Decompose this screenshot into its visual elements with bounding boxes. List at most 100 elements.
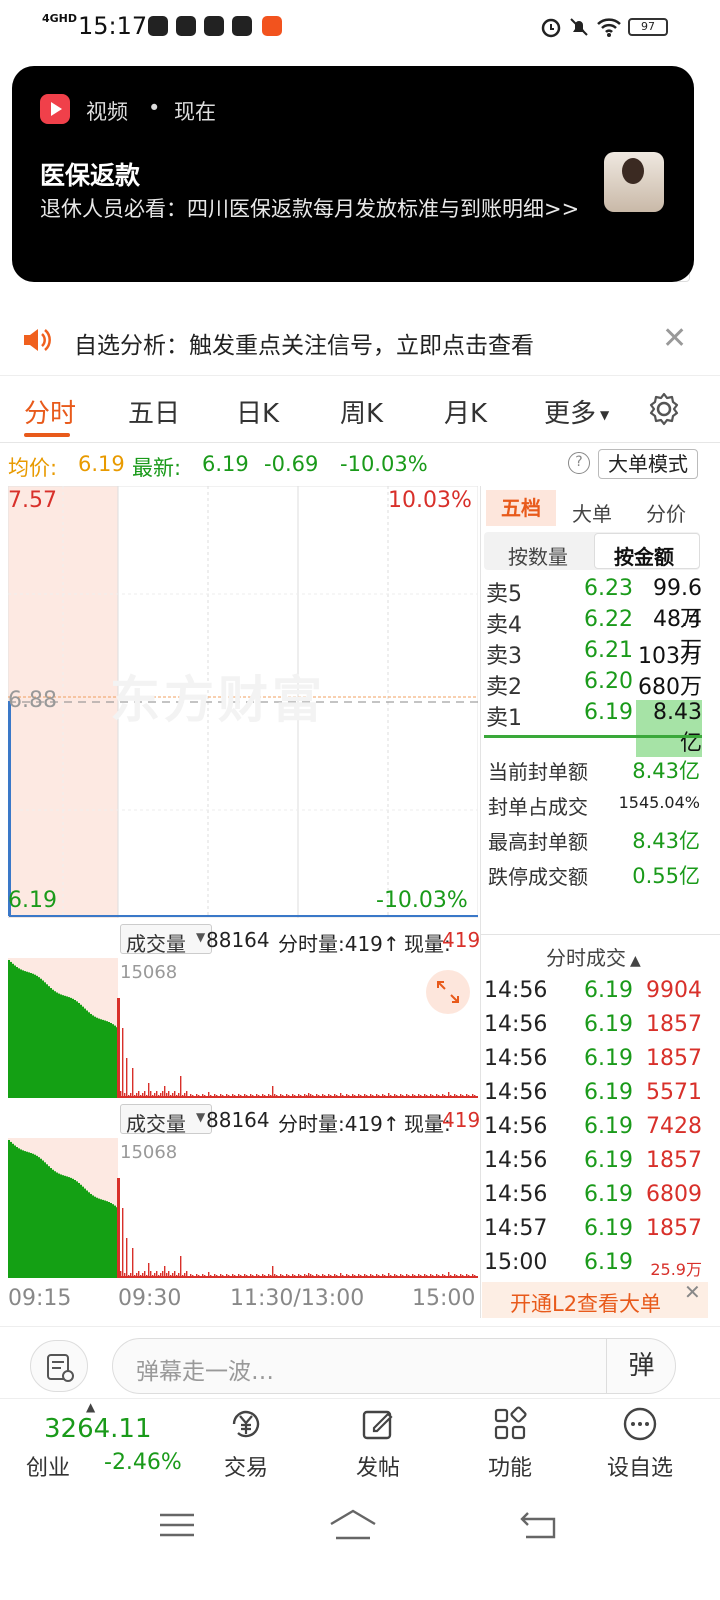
nav-post[interactable]: 发帖 — [338, 1404, 418, 1482]
volume-bar — [18, 1148, 20, 1278]
nav-add-watchlist[interactable]: 设自选 — [600, 1404, 680, 1482]
volume-bar — [92, 1015, 94, 1098]
close-icon[interactable]: ✕ — [684, 1280, 701, 1304]
tab-intraday[interactable]: 分时 — [24, 393, 76, 430]
l2-upsell-text[interactable]: 开通L2查看大单 — [510, 1288, 661, 1318]
barrage-settings-button[interactable] — [30, 1340, 88, 1392]
tab-daily-k[interactable]: 日K — [236, 393, 279, 430]
ask-amount: 103万 — [638, 644, 702, 669]
volume-bar — [54, 1171, 56, 1278]
volume-bar — [30, 1152, 32, 1278]
volume-bar-chart[interactable] — [8, 1138, 478, 1278]
chevron-down-icon: ▼ — [600, 407, 610, 422]
trade-price: 6.19 — [584, 1250, 633, 1275]
back-icon[interactable] — [518, 1510, 558, 1540]
expand-chart-button[interactable] — [426, 970, 470, 1014]
volume-bar — [74, 1000, 76, 1098]
volume-bar — [104, 1200, 106, 1278]
seal-row: 当前封单额 8.43亿 — [484, 752, 704, 786]
volume-bar — [48, 1166, 50, 1278]
trades-title[interactable]: 分时成交 ▲ — [546, 942, 641, 971]
volume-header: 成交量 ▼ 88164 分时量:419↑ 现量: 419 — [8, 1104, 480, 1138]
pay-notification-icon — [232, 16, 252, 36]
index-name[interactable]: 创业 — [26, 1450, 70, 1482]
volume-bar — [86, 1190, 88, 1278]
time-tick: 11:30/13:00 — [230, 1286, 365, 1311]
volume-bar — [108, 1201, 110, 1278]
price-change: -0.69 — [264, 452, 319, 476]
volume-bar — [36, 1155, 38, 1278]
volume-bar — [114, 1205, 116, 1278]
volume-dropdown-label: 成交量 — [126, 1112, 186, 1136]
nav-functions[interactable]: 功能 — [470, 1404, 550, 1482]
tab-price-distribution[interactable]: 分价 — [646, 498, 686, 527]
big-order-mode-button[interactable]: 大单模式 — [598, 449, 698, 479]
volume-bar — [148, 1263, 150, 1278]
ask-label: 卖4 — [486, 613, 522, 638]
chevron-up-icon: ▲ — [86, 1400, 96, 1414]
volume-bar — [72, 1178, 74, 1278]
volume-minute: 分时量:419↑ — [278, 1112, 400, 1136]
trade-row: 15:00 6.19 25.9万 — [484, 1248, 704, 1282]
volume-bar — [62, 1175, 64, 1278]
tab-five-levels[interactable]: 五档 — [486, 490, 556, 526]
close-icon[interactable]: ✕ — [662, 324, 687, 354]
volume-bar — [102, 1019, 104, 1098]
volume-bar — [24, 1151, 26, 1278]
tab-weekly-k[interactable]: 周K — [340, 393, 383, 430]
volume-bar — [114, 1025, 116, 1098]
gear-icon[interactable] — [646, 391, 682, 427]
trade-volume: 1857 — [646, 1148, 702, 1173]
volume-bar — [100, 1019, 102, 1098]
volume-bar — [14, 1145, 16, 1278]
volume-bar — [28, 1152, 30, 1278]
trade-price: 6.19 — [584, 1148, 633, 1173]
volume-bar — [68, 997, 70, 1098]
volume-bar — [100, 1199, 102, 1278]
volume-bar — [38, 977, 40, 1098]
volume-bar — [58, 1173, 60, 1278]
home-icon[interactable] — [328, 1508, 378, 1542]
volume-bar — [82, 1006, 84, 1098]
volume-bar-chart[interactable] — [8, 958, 478, 1098]
panel-divider — [480, 486, 481, 1318]
seal-value: 0.55亿 — [632, 864, 700, 888]
notification-separator: • — [148, 96, 161, 120]
notification-time: 现在 — [174, 100, 216, 124]
tab-five-day[interactable]: 五日 — [128, 393, 180, 430]
volume-bar — [98, 1018, 100, 1098]
tab-more-label: 更多 — [544, 399, 597, 429]
index-change-pct[interactable]: -2.46% — [104, 1450, 182, 1475]
subtab-by-quantity[interactable]: 按数量 — [508, 541, 568, 570]
nav-functions-label: 功能 — [487, 1456, 532, 1481]
notification-card[interactable]: 视频 • 现在 医保返款 退休人员必看：四川医保返款每月发放标准与到账明细>> — [12, 66, 694, 282]
seal-label: 当前封单额 — [488, 760, 588, 784]
tab-more[interactable]: 更多 ▼ — [544, 393, 609, 430]
barrage-send-button[interactable]: 弹 — [606, 1338, 676, 1394]
volume-bar — [88, 1192, 90, 1278]
app-notification-icon — [148, 16, 168, 36]
help-icon[interactable]: ? — [568, 452, 590, 474]
volume-max-label: 15068 — [120, 962, 178, 983]
avg-price-value: 6.19 — [78, 452, 125, 476]
volume-bar — [76, 1001, 78, 1098]
alert-banner[interactable]: 自选分析：触发重点关注信号，立即点击查看 ✕ — [0, 304, 720, 376]
volume-bar — [70, 997, 72, 1098]
volume-bar — [50, 1168, 52, 1278]
volume-bar — [90, 1193, 92, 1278]
nav-trade[interactable]: 交易 — [206, 1404, 286, 1482]
subtab-by-amount[interactable]: 按金额 — [614, 541, 674, 570]
tab-monthly-k[interactable]: 月K — [444, 393, 487, 430]
status-bar: 4GHD 15:17 97 — [0, 0, 720, 56]
index-value[interactable]: 3264.11 — [44, 1414, 152, 1444]
volume-bar — [40, 1158, 42, 1278]
volume-bar — [46, 1164, 48, 1278]
battery-indicator: 97 — [628, 18, 668, 36]
volume-bar — [112, 1024, 114, 1098]
menu-icon[interactable] — [158, 1510, 196, 1540]
alarm-icon — [541, 18, 561, 38]
volume-bar — [62, 995, 64, 1098]
volume-bar — [12, 1143, 14, 1278]
volume-bar — [117, 998, 120, 1098]
tab-big-orders[interactable]: 大单 — [572, 498, 612, 527]
